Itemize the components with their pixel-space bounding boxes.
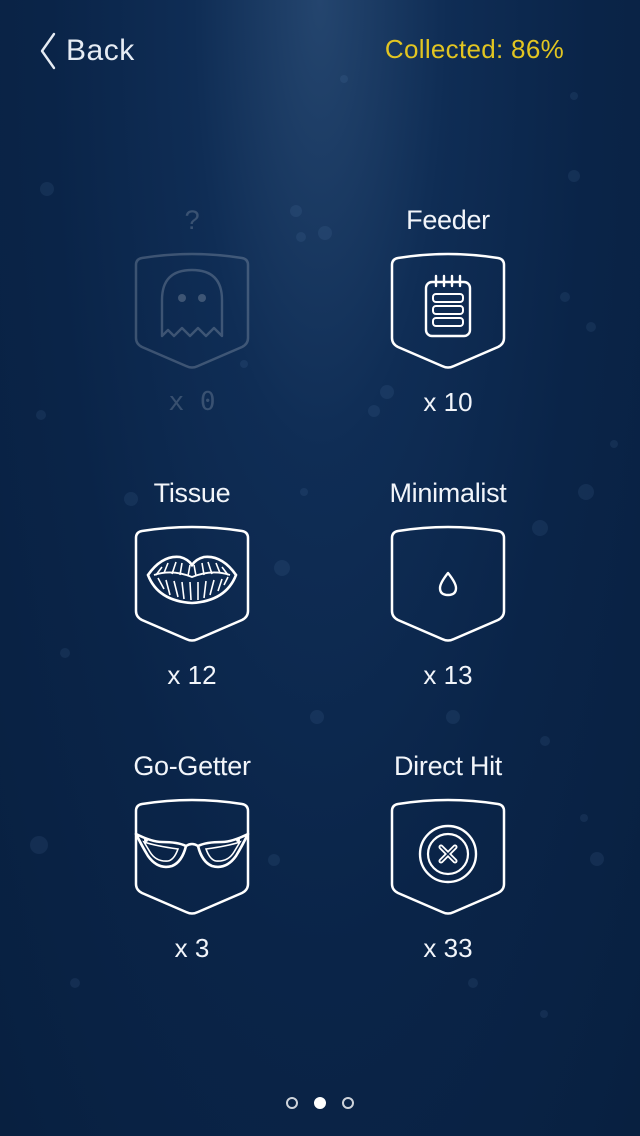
page-indicator — [0, 1097, 640, 1109]
chevron-left-icon — [38, 31, 58, 71]
badge-minimalist[interactable]: Minimalist x 13 — [320, 473, 576, 746]
badge-name: ? — [184, 205, 200, 235]
badge-name: Minimalist — [389, 478, 507, 508]
drop-icon — [390, 525, 506, 642]
page-dot-2-active[interactable] — [314, 1097, 326, 1109]
page-dot-3[interactable] — [342, 1097, 354, 1109]
badge-locked[interactable]: ? x 0 — [64, 200, 320, 473]
badge-name: Go-Getter — [133, 751, 251, 781]
badge-name: Tissue — [153, 478, 231, 508]
badge-count: x 10 — [423, 387, 473, 417]
collected-percentage: Collected: 86% — [384, 34, 564, 64]
badge-count: x 3 — [174, 933, 210, 963]
badge-count: x 0 — [168, 387, 216, 417]
badge-name: Direct Hit — [393, 751, 502, 781]
badge-count: x 12 — [167, 660, 217, 690]
badge-count: x 13 — [423, 660, 473, 690]
badge-name: Feeder — [406, 205, 490, 235]
badge-direct-hit[interactable]: Direct Hit x 33 — [320, 746, 576, 1019]
page-dot-1[interactable] — [286, 1097, 298, 1109]
lips-icon — [134, 525, 250, 642]
badge-feeder[interactable]: Feeder x 10 — [320, 200, 576, 473]
badge-go-getter[interactable]: Go-Getter x 3 — [64, 746, 320, 1019]
badge-count: x 33 — [423, 933, 473, 963]
button-x-icon — [390, 798, 506, 915]
notepad-icon — [390, 252, 506, 369]
ghost-icon — [134, 252, 250, 369]
badge-tissue[interactable]: Tissue x 12 — [64, 473, 320, 746]
glasses-icon — [134, 798, 250, 915]
back-label: Back — [66, 34, 135, 67]
badge-grid: ? x 0 Feeder x 10 Tissue x 12 Minimalist… — [64, 200, 576, 1019]
back-button[interactable]: Back — [38, 28, 135, 74]
